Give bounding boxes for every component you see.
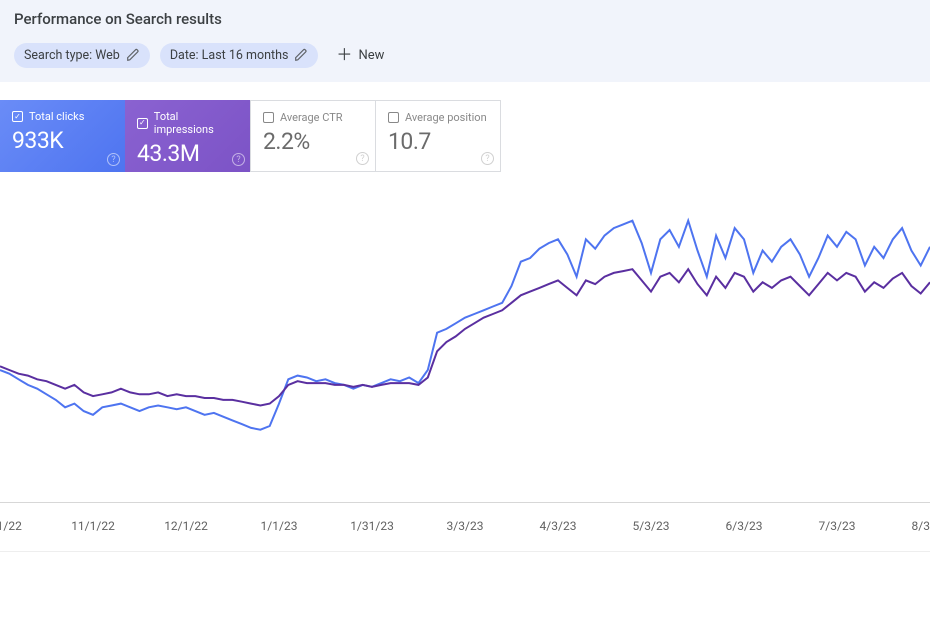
new-label: New	[358, 48, 384, 63]
metric-card-average-ctr[interactable]: Average CTR 2.2% ?	[250, 100, 376, 172]
chart-svg	[0, 172, 930, 502]
plus-icon: ＋	[336, 47, 352, 63]
x-axis: 10/1/22 11/1/22 12/1/22 1/1/23 1/31/23 3/3/23…	[0, 502, 930, 552]
chip-label: Date: Last 16 months	[170, 48, 289, 63]
metric-label: Total impressions	[154, 110, 239, 136]
checkbox-icon: ✓	[137, 118, 148, 129]
x-tick: 4/3/23	[540, 519, 577, 533]
pencil-icon	[126, 48, 140, 62]
metric-value: 10.7	[388, 128, 488, 155]
metric-label: Total clicks	[29, 110, 84, 123]
chart-series-total-clicks	[0, 221, 930, 430]
metric-card-total-clicks[interactable]: ✓ Total clicks 933K ?	[0, 100, 126, 172]
filter-bar: Search type: Web Date: Last 16 months ＋ …	[14, 42, 916, 68]
checkbox-icon	[388, 112, 399, 123]
metric-card-total-impressions[interactable]: ✓ Total impressions 43.3M ?	[125, 100, 251, 172]
x-tick: 6/3/23	[726, 519, 763, 533]
help-icon[interactable]: ?	[107, 153, 120, 166]
help-icon[interactable]: ?	[481, 152, 494, 165]
chart-series-total-impressions	[0, 269, 930, 405]
x-tick: 10/1/22	[0, 519, 22, 533]
metric-card-average-position[interactable]: Average position 10.7 ?	[375, 100, 501, 172]
x-tick: 11/1/22	[71, 519, 115, 533]
x-tick: 7/3/23	[819, 519, 856, 533]
x-tick: 12/1/22	[164, 519, 208, 533]
filter-chip-search-type[interactable]: Search type: Web	[14, 43, 150, 68]
chip-label: Search type: Web	[24, 48, 120, 63]
performance-chart[interactable]: 10/1/22 11/1/22 12/1/22 1/1/23 1/31/23 3/3/23…	[0, 172, 930, 562]
add-filter-button[interactable]: ＋ New	[328, 42, 392, 68]
x-tick: 1/1/23	[261, 519, 298, 533]
help-icon[interactable]: ?	[232, 153, 245, 166]
x-tick: 3/3/23	[447, 519, 484, 533]
x-tick: 1/31/23	[350, 519, 394, 533]
help-icon[interactable]: ?	[356, 152, 369, 165]
x-tick: 5/3/23	[633, 519, 670, 533]
page-title: Performance on Search results	[14, 10, 916, 28]
x-tick: 8/3/23	[912, 519, 930, 533]
metric-label: Average CTR	[280, 111, 343, 124]
metric-value: 2.2%	[263, 128, 363, 155]
checkbox-icon	[263, 112, 274, 123]
metric-label: Average position	[405, 111, 487, 124]
metric-value: 43.3M	[137, 140, 239, 167]
checkbox-icon: ✓	[12, 111, 23, 122]
metric-value: 933K	[12, 127, 114, 154]
metric-cards-row: ✓ Total clicks 933K ? ✓ Total impression…	[0, 100, 930, 172]
pencil-icon	[294, 48, 308, 62]
filter-chip-date-range[interactable]: Date: Last 16 months	[160, 43, 319, 68]
